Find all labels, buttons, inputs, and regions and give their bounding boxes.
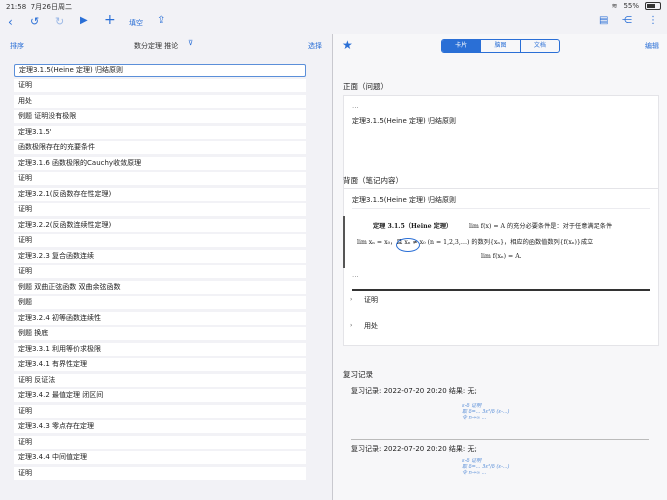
theorem-image: 定理 3.1.5（Heine 定理） lim f(x) = A 的充分必要条件是… <box>343 216 649 268</box>
undo-icon[interactable]: ↺ <box>30 15 39 28</box>
review-separator <box>351 439 649 440</box>
deck-name: 数分定理 推论 <box>134 42 179 50</box>
sort-button[interactable]: 排序 <box>10 41 24 51</box>
select-button[interactable]: 选择 <box>308 41 322 51</box>
list-item[interactable]: 定理3.2.3 复合函数连续 <box>14 249 306 263</box>
review-entry-2: 复习记录: 2022-07-20 20:20 结果: 无; <box>351 445 477 453</box>
more-icon[interactable]: ⋮ <box>648 15 658 26</box>
list-item[interactable]: 定理3.4.4 中间值定理 <box>14 451 306 464</box>
review-title: 复习记录 <box>343 370 373 379</box>
battery-icon <box>645 2 661 10</box>
top-toolbar: ‹ ↺ ↻ ▶ + 填空 ⇪ ▤ ⋲ ⋮ <box>0 12 667 34</box>
list-item[interactable]: 证明 <box>14 203 306 216</box>
tab-mindmap[interactable]: 脑图 <box>480 40 519 52</box>
add-icon[interactable]: + <box>104 12 116 28</box>
theorem-line-2: lim xₙ = x₀，且 xₙ ≠ x₀ (n = 1,2,3,…) 的数列{… <box>357 239 594 246</box>
status-bar: 21:58 7月26日周二 ≋ 55% <box>0 0 667 12</box>
front-text: 定理3.1.5(Heine 定理) 归结原则 <box>352 117 456 125</box>
view-segmented-control: 卡片 脑图 文档 <box>441 39 560 53</box>
handwriting-2: ε-δ 证明取 δ=... 3ε²/δ (ε-...) 令 n→∞ ... <box>462 458 510 476</box>
list-item[interactable]: 定理3.2.4 初等函数连续性 <box>14 311 306 325</box>
list-item[interactable]: 定理3.2.2(反函数连续性定理) <box>14 218 306 232</box>
list-item[interactable]: 证明 <box>14 79 306 92</box>
list-item[interactable]: 函数极限存在的充要条件 <box>14 141 306 154</box>
list-item[interactable]: 定理3.1.6 函数极限的Cauchy收敛原理 <box>14 156 306 170</box>
usage-item[interactable]: 用处 <box>364 321 378 331</box>
list-item[interactable]: 证明 <box>14 234 306 247</box>
proof-chevron-icon[interactable]: › <box>350 295 352 303</box>
list-item-selected[interactable]: 定理3.1.5(Heine 定理) 归结原则 <box>14 64 306 77</box>
list-item[interactable]: 证明 <box>14 466 306 480</box>
tab-document[interactable]: 文档 <box>519 40 559 52</box>
card-list: 定理3.1.5(Heine 定理) 归结原则 证明 用处 例题 证明没有极限 定理3.1… <box>14 64 306 482</box>
share-icon[interactable]: ⇪ <box>157 15 165 26</box>
tab-card[interactable]: 卡片 <box>442 40 481 52</box>
list-item[interactable]: 证明 <box>14 435 306 449</box>
back-dots: ... <box>352 271 359 279</box>
proof-item[interactable]: 证明 <box>364 295 378 305</box>
handwritten-circle <box>396 238 420 252</box>
status-date: 7月26日周二 <box>30 3 73 11</box>
filter-icon[interactable]: ⊽ <box>188 39 193 47</box>
list-header: 排序 数分定理 推论 ⊽ 选择 <box>0 36 332 54</box>
battery-percent: 55% <box>623 2 639 10</box>
back-text: 定理3.1.5(Heine 定理) 归结原则 <box>352 196 456 204</box>
fill-blank-button[interactable]: 填空 <box>129 18 143 28</box>
star-icon[interactable]: ★ <box>342 38 353 52</box>
theorem-label: 定理 3.1.5（Heine 定理） <box>373 223 453 230</box>
back-separator <box>352 208 650 209</box>
mindmap-icon[interactable]: ⋲ <box>622 15 632 26</box>
usage-chevron-icon[interactable]: › <box>350 321 352 329</box>
theorem-line-3: lim f(xₙ) = A. <box>481 253 522 260</box>
back-chevron-icon[interactable]: ‹ <box>8 15 13 29</box>
list-item[interactable]: 例题 证明没有极限 <box>14 110 306 123</box>
review-entry-1: 复习记录: 2022-07-20 20:20 结果: 无; <box>351 387 477 395</box>
status-time: 21:58 <box>6 3 27 11</box>
theorem-line-1: lim f(x) = A 的充分必要条件是：对于任意满足条件 <box>469 223 613 230</box>
review-records: 复习记录: 2022-07-20 20:20 结果: 无; 复习记录: 2022… <box>343 382 657 500</box>
list-item[interactable]: 证明 <box>14 172 306 185</box>
list-item[interactable]: 例题 双曲正弦函数 双曲余弦函数 <box>14 280 306 294</box>
edit-button[interactable]: 编辑 <box>645 41 659 51</box>
handwriting-1: ε-δ 证明取 δ=... 3ε²/δ (ε-...) 令 n→∞ ... <box>462 403 510 421</box>
play-icon[interactable]: ▶ <box>80 15 88 26</box>
list-item[interactable]: 定理3.3.1 利用等价求极限 <box>14 342 306 356</box>
list-item[interactable]: 用处 <box>14 94 306 108</box>
back-rule <box>352 289 650 291</box>
card-list-pane: 排序 数分定理 推论 ⊽ 选择 定理3.1.5(Heine 定理) 归结原则 证明… <box>0 36 332 500</box>
list-item[interactable]: 定理3.1.5' <box>14 125 306 139</box>
back-title: 背面（笔记内容） <box>343 176 403 185</box>
list-item[interactable]: 证明 <box>14 265 306 278</box>
front-dots-top: ... <box>352 102 359 110</box>
wifi-icon: ≋ <box>611 2 618 10</box>
list-item[interactable]: 证明 <box>14 404 306 418</box>
list-item[interactable]: 定理3.2.1(反函数存在性定理) <box>14 187 306 201</box>
list-item[interactable]: 例题 换底 <box>14 327 306 340</box>
list-item[interactable]: 证明 反证法 <box>14 373 306 387</box>
front-title: 正面（问题） <box>343 82 388 91</box>
list-item[interactable]: 定理3.4.1 有界性定理 <box>14 358 306 371</box>
document-icon[interactable]: ▤ <box>599 15 608 26</box>
redo-icon[interactable]: ↻ <box>55 15 64 28</box>
list-item[interactable]: 定理3.4.2 最值定理 闭区间 <box>14 389 306 402</box>
list-item[interactable]: 例题 <box>14 296 306 309</box>
list-item[interactable]: 定理3.4.3 零点存在定理 <box>14 420 306 433</box>
